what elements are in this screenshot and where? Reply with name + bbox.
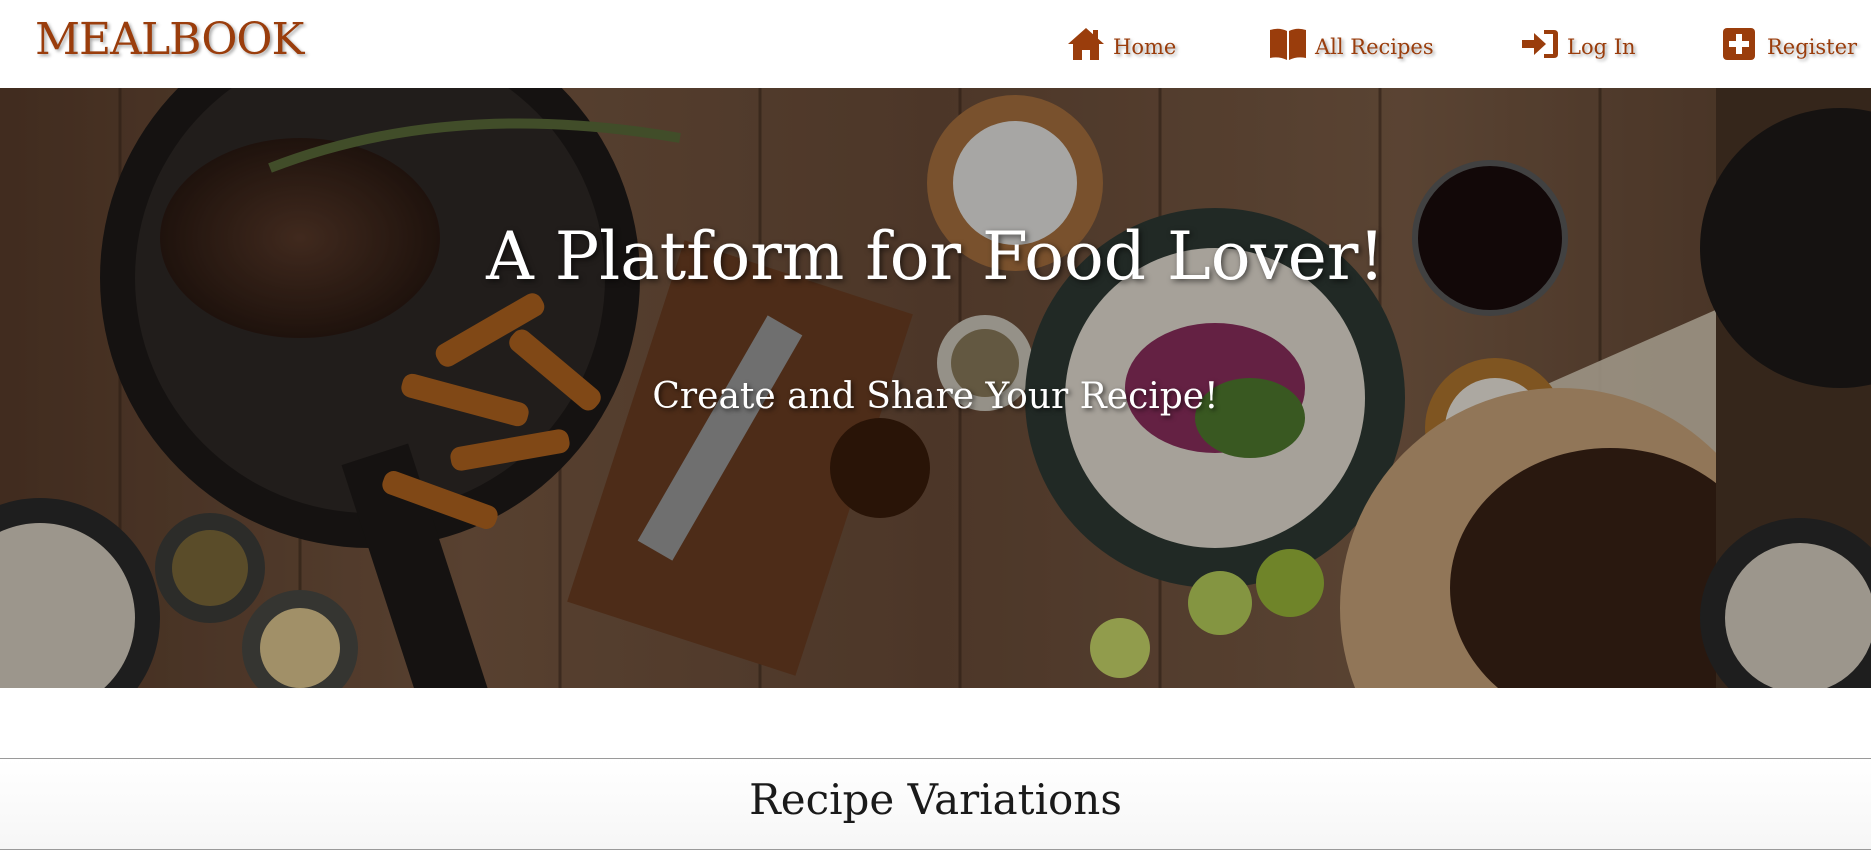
section-title: Recipe Variations (749, 775, 1122, 824)
hero-subtitle: Create and Share Your Recipe! (652, 376, 1219, 417)
nav-all-recipes-label: All Recipes (1315, 35, 1434, 59)
nav-links: Home All Recipes Log In Register (0, 22, 1871, 66)
nav-home-label: Home (1113, 35, 1177, 59)
nav-home-link[interactable]: Home (1066, 22, 1176, 66)
nav-login-label: Log In (1567, 35, 1636, 59)
sign-in-icon (1520, 26, 1560, 62)
nav-register-link[interactable]: Register (1720, 22, 1857, 66)
nav-register-label: Register (1767, 35, 1858, 59)
nav-login-link[interactable]: Log In (1520, 22, 1636, 66)
navbar: MEALBOOK Home All Recipes Log In Registe… (0, 0, 1871, 88)
recipe-variations-section: Recipe Variations (0, 758, 1871, 850)
plus-square-icon (1720, 26, 1760, 62)
book-icon (1268, 26, 1308, 62)
hero-banner: A Platform for Food Lover! Create and Sh… (0, 88, 1871, 688)
nav-all-recipes-link[interactable]: All Recipes (1268, 22, 1434, 66)
hero-title: A Platform for Food Lover! (486, 218, 1385, 295)
home-icon (1066, 26, 1106, 62)
